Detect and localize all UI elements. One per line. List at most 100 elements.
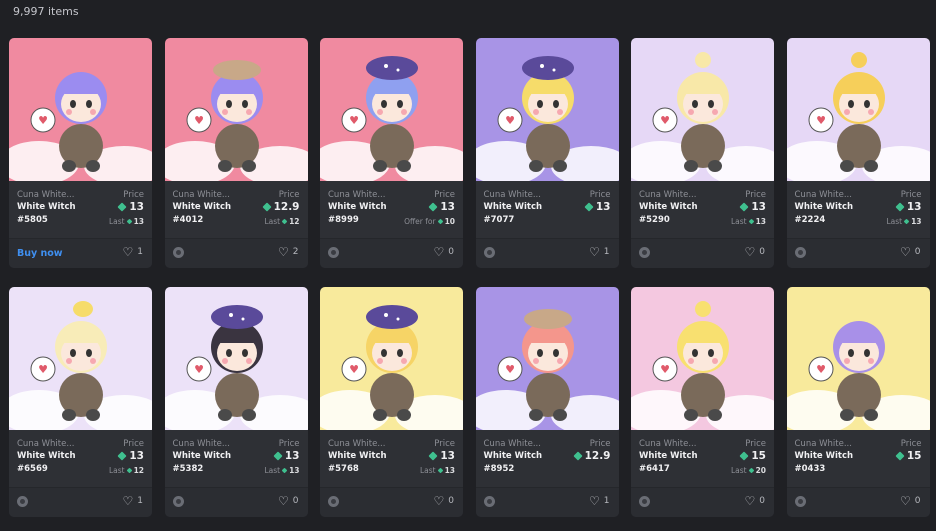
token-id: #7077 — [483, 215, 515, 225]
last-sale: Offer for 10 — [404, 217, 455, 226]
nft-image[interactable]: ♥ — [9, 38, 152, 181]
nft-image[interactable]: ♥ — [631, 287, 774, 430]
card-footer: ♡ 0 — [631, 238, 774, 268]
last-label: Last — [886, 217, 903, 226]
like-count: 0 — [914, 496, 921, 506]
like-button[interactable]: ♡ 1 — [123, 495, 144, 507]
cart-icon[interactable] — [328, 247, 339, 258]
card-footer: ♡ 0 — [320, 238, 463, 268]
item-name: White Witch — [17, 202, 76, 212]
like-button[interactable]: ♡ 0 — [900, 495, 921, 507]
token-id: #8999 — [328, 215, 359, 225]
price-amount: 13 — [284, 450, 300, 462]
heart-icon: ♡ — [589, 494, 600, 508]
price-label: Price — [123, 190, 144, 200]
cart-icon[interactable] — [483, 496, 495, 507]
price-amount: 15 — [751, 450, 766, 462]
svg-text:♥: ♥ — [816, 363, 826, 376]
like-button[interactable]: ♡ 0 — [434, 495, 455, 507]
nft-card[interactable]: ♥ Cuna White... Price White Witch #4012 … — [164, 38, 308, 268]
heart-icon: ♡ — [589, 245, 600, 259]
gem-icon — [281, 218, 288, 225]
nft-image[interactable]: ♥ — [786, 287, 930, 430]
token-id: #6569 — [17, 464, 48, 474]
nft-card[interactable]: ♥ Cuna White... Price White Witch #5290 … — [631, 38, 774, 268]
gem-icon — [903, 218, 910, 225]
nft-image[interactable]: ♥ — [631, 38, 774, 181]
nft-image[interactable]: ♥ — [320, 287, 463, 430]
card-footer: ♡ 0 — [631, 487, 774, 517]
like-button[interactable]: ♡ 0 — [900, 246, 921, 258]
item-name: White Witch — [794, 202, 854, 212]
last-sale: Last 13 — [420, 466, 455, 475]
like-button[interactable]: ♡ 1 — [123, 246, 144, 258]
heart-icon: ♡ — [900, 494, 911, 508]
like-count: 0 — [914, 247, 921, 257]
price-value: 12.9 — [573, 450, 611, 462]
card-footer: ♡ 2 — [164, 238, 308, 268]
token-id: #0433 — [794, 464, 826, 474]
cart-icon[interactable] — [794, 496, 806, 507]
gem-icon — [573, 451, 583, 461]
nft-card[interactable]: ♥ Cuna White... Price White Witch #2224 … — [786, 38, 930, 268]
nft-card[interactable]: ♥ Cuna White... Price White Witch #8952 … — [475, 287, 619, 517]
last-sale: Last 12 — [264, 217, 299, 226]
nft-card[interactable]: ♥ Cuna White... Price White Witch #6569 … — [9, 287, 152, 517]
nft-image[interactable]: ♥ — [320, 38, 463, 181]
like-count: 0 — [448, 247, 454, 257]
buy-now-button[interactable]: Buy now — [17, 248, 63, 259]
nft-image[interactable]: ♥ — [475, 38, 619, 181]
card-info: Cuna White... Price White Witch #5382 13… — [164, 430, 308, 487]
token-id: #8952 — [483, 464, 515, 474]
cart-icon[interactable] — [483, 247, 495, 258]
token-id: #5382 — [172, 464, 204, 474]
cart-icon[interactable] — [17, 496, 28, 507]
svg-text:♥: ♥ — [194, 363, 204, 376]
nft-image[interactable]: ♥ — [9, 287, 152, 430]
nft-card[interactable]: ♥ Cuna White... Price White Witch #5768 … — [320, 287, 463, 517]
nft-card[interactable]: ♥ Cuna White... Price White Witch #7077 … — [475, 38, 619, 268]
like-button[interactable]: ♡ 0 — [278, 495, 299, 507]
nft-image[interactable]: ♥ — [164, 287, 308, 430]
last-value: 13 — [755, 217, 766, 226]
cart-icon[interactable] — [328, 496, 339, 507]
like-button[interactable]: ♡ 2 — [278, 246, 299, 258]
price-label: Price — [434, 190, 455, 200]
gem-icon — [895, 451, 905, 461]
nft-image[interactable]: ♥ — [164, 38, 308, 181]
collection-name: Cuna White... — [172, 190, 230, 200]
svg-text:♥: ♥ — [349, 114, 359, 127]
like-count: 0 — [759, 496, 765, 506]
nft-card[interactable]: ♥ Cuna White... Price White Witch #5382 … — [164, 287, 308, 517]
price-label: Price — [123, 439, 144, 449]
cart-icon[interactable] — [639, 247, 650, 258]
nft-card[interactable]: ♥ Cuna White... Price White Witch #0433 … — [786, 287, 930, 517]
like-button[interactable]: ♡ 0 — [745, 495, 766, 507]
card-footer: ♡ 0 — [320, 487, 463, 517]
cart-icon[interactable] — [639, 496, 650, 507]
cart-icon[interactable] — [172, 496, 184, 507]
collection-name: Cuna White... — [328, 190, 386, 200]
nft-card[interactable]: ♥ Cuna White... Price White Witch #6417 … — [631, 287, 774, 517]
like-button[interactable]: ♡ 1 — [589, 246, 610, 258]
nft-image[interactable]: ♥ — [475, 287, 619, 430]
price-amount: 13 — [906, 201, 922, 213]
collection-name: Cuna White... — [639, 439, 697, 449]
nft-card[interactable]: ♥ Cuna White... Price White Witch #5805 … — [9, 38, 152, 268]
cart-icon[interactable] — [172, 247, 184, 258]
like-button[interactable]: ♡ 0 — [745, 246, 766, 258]
item-name: White Witch — [328, 451, 387, 461]
heart-icon: ♡ — [433, 245, 445, 259]
gem-icon — [584, 202, 594, 212]
heart-icon: ♡ — [122, 245, 134, 259]
last-value: 20 — [755, 466, 766, 475]
like-button[interactable]: ♡ 1 — [589, 495, 610, 507]
price-label: Price — [278, 190, 300, 200]
like-button[interactable]: ♡ 0 — [434, 246, 455, 258]
cart-icon[interactable] — [794, 247, 806, 258]
card-info: Cuna White... Price White Witch #8952 12… — [475, 430, 619, 487]
nft-image[interactable]: ♥ — [786, 38, 930, 181]
nft-card[interactable]: ♥ Cuna White... Price White Witch #8999 … — [320, 38, 463, 268]
item-name: White Witch — [639, 451, 698, 461]
like-count: 1 — [603, 496, 610, 506]
